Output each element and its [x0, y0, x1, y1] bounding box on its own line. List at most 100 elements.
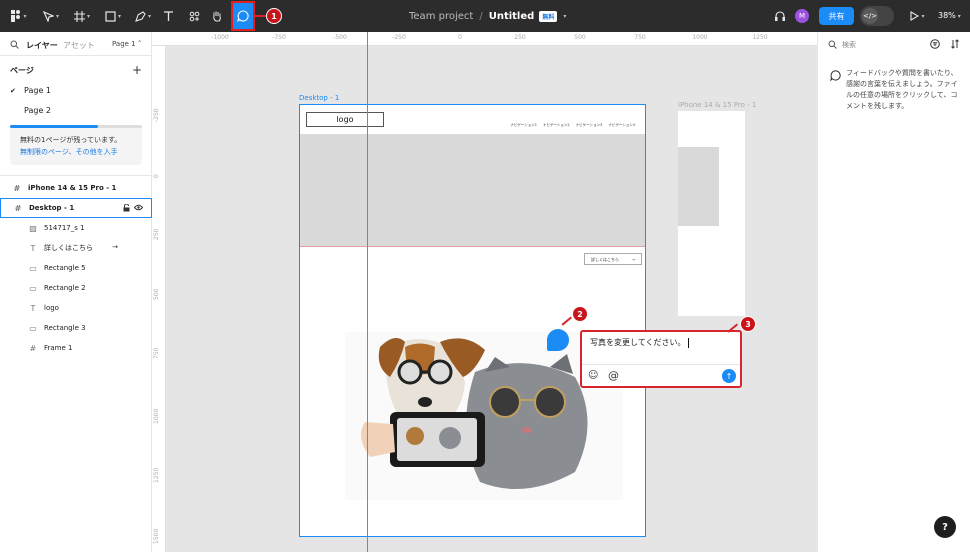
- headphones-icon[interactable]: [772, 7, 788, 25]
- divider: [0, 175, 152, 176]
- file-title[interactable]: Team project / Untitled 無料 ▾: [409, 9, 566, 23]
- page-item[interactable]: Page 2: [10, 106, 51, 115]
- layer-desktop-frame[interactable]: # Desktop - 1: [0, 198, 152, 218]
- nav-item[interactable]: ナビゲーション2: [543, 123, 570, 128]
- ruler-label: 1500: [153, 528, 160, 544]
- dev-mode-toggle[interactable]: </>: [860, 6, 894, 26]
- layer-rectangle[interactable]: ▭ Rectangle 2: [0, 278, 152, 298]
- ruler-label: 500: [153, 288, 160, 300]
- zoom-value: 38%: [938, 11, 956, 20]
- frame-tool-icon[interactable]: ▾: [71, 7, 93, 25]
- layout-guide: [367, 32, 368, 552]
- comment-pin[interactable]: [547, 329, 569, 351]
- emoji-icon[interactable]: ☺: [588, 370, 598, 381]
- hand-tool-icon[interactable]: [209, 7, 225, 25]
- tab-layers[interactable]: レイヤー: [26, 40, 58, 51]
- layer-text-more[interactable]: T 詳しくはこちら →: [0, 238, 152, 258]
- layer-image[interactable]: ▨ 514717_s 1: [0, 218, 152, 238]
- divider: [0, 55, 152, 56]
- comment-input[interactable]: 写真を変更してください。: [590, 337, 689, 348]
- nav-item[interactable]: ナビゲーション3: [576, 123, 603, 128]
- share-button[interactable]: 共有: [819, 7, 854, 25]
- move-tool-icon[interactable]: ▾: [40, 7, 62, 25]
- composer-divider: [582, 364, 740, 365]
- logo[interactable]: logo: [306, 112, 384, 127]
- file-name[interactable]: Untitled: [489, 11, 535, 22]
- top-toolbar: ▾ ▾ ▾ ▾ ▾ 1 Team project / Untitled 無料 ▾…: [0, 0, 970, 32]
- comment-search-input[interactable]: 検索: [842, 40, 856, 50]
- page-select-value: Page 1: [112, 40, 136, 48]
- more-button[interactable]: 詳しくはこちら →: [584, 253, 642, 265]
- layer-text-logo[interactable]: Tlogo: [0, 298, 152, 318]
- callout-3: 3: [740, 316, 756, 332]
- zoom-level[interactable]: 38% ▾: [938, 11, 961, 20]
- shape-tool-icon[interactable]: ▾: [102, 7, 124, 25]
- eye-icon[interactable]: [133, 204, 144, 214]
- layer-iphone-frame[interactable]: # iPhone 14 & 15 Pro - 1: [0, 178, 152, 198]
- search-icon[interactable]: [828, 40, 837, 51]
- ruler-label: 250: [514, 34, 526, 41]
- nav-item[interactable]: ナビゲーション1: [510, 123, 537, 128]
- rectangle-icon: ▭: [29, 283, 37, 293]
- add-page-icon[interactable]: +: [132, 63, 142, 77]
- upsell-link[interactable]: 無制限のページ、その他を入手: [20, 147, 132, 157]
- figma-menu-icon[interactable]: ▾: [8, 7, 30, 25]
- desktop-frame[interactable]: logo ナビゲーション1 ナビゲーション2 ナビゲーション3 ナビゲーション4…: [299, 104, 646, 537]
- avatar[interactable]: M: [795, 9, 809, 23]
- comment-tool-button[interactable]: [231, 1, 255, 31]
- sort-icon[interactable]: [950, 39, 960, 52]
- design-canvas[interactable]: -1000 -750 -500 -250 0 250 500 750 1000 …: [152, 32, 817, 552]
- search-icon[interactable]: [10, 40, 19, 51]
- title-separator: /: [479, 10, 483, 22]
- nav-item[interactable]: ナビゲーション4: [608, 123, 635, 128]
- hero-rectangle[interactable]: [300, 134, 645, 247]
- layer-frame[interactable]: # Frame 1: [0, 338, 152, 358]
- mention-icon[interactable]: @: [608, 369, 619, 382]
- layers-panel: レイヤー アセット Page 1 ˄ ページ + ✔ Page 1 Page 2 …: [0, 32, 152, 552]
- send-button[interactable]: ↑: [722, 369, 736, 383]
- more-button-label: 詳しくはこちら: [591, 257, 619, 262]
- layer-label: Rectangle 2: [44, 284, 86, 292]
- callout-connector: [255, 15, 266, 17]
- layer-label: Frame 1: [44, 344, 73, 352]
- ruler-label: -250: [392, 34, 406, 41]
- ruler-label: 250: [153, 228, 160, 240]
- ruler-label: 1000: [692, 34, 708, 41]
- comment-composer[interactable]: 写真を変更してください。 ☺ @ ↑: [580, 330, 742, 388]
- ruler-label: 500: [574, 34, 586, 41]
- iphone-frame-label[interactable]: iPhone 14 & 15 Pro - 1: [678, 101, 756, 109]
- ruler-label: 1250: [153, 467, 160, 483]
- help-button[interactable]: ?: [934, 516, 956, 538]
- text-tool-icon[interactable]: [160, 7, 176, 25]
- ruler-label: 1000: [153, 408, 160, 424]
- horizontal-ruler: -1000 -750 -500 -250 0 250 500 750 1000 …: [152, 32, 817, 46]
- nav-bar: ナビゲーション1 ナビゲーション2 ナビゲーション3 ナビゲーション4: [510, 123, 635, 128]
- frame-icon: #: [14, 203, 22, 213]
- iphone-frame[interactable]: [678, 111, 745, 316]
- chevron-down-icon[interactable]: ▾: [563, 13, 566, 20]
- lock-icon[interactable]: [123, 203, 130, 214]
- project-name[interactable]: Team project: [409, 11, 473, 22]
- text-caret: [687, 337, 689, 348]
- iphone-rectangle[interactable]: [678, 147, 719, 226]
- tab-assets[interactable]: アセット: [63, 40, 95, 51]
- pen-tool-icon[interactable]: ▾: [132, 7, 154, 25]
- page-select[interactable]: Page 1 ˄: [112, 40, 141, 48]
- rectangle-icon: ▭: [29, 323, 37, 333]
- frame-icon: #: [29, 343, 37, 353]
- resources-icon[interactable]: [186, 7, 202, 25]
- filter-icon[interactable]: [930, 39, 940, 52]
- check-icon: ✔: [10, 87, 16, 95]
- ruler-label: -750: [272, 34, 286, 41]
- play-icon[interactable]: ▾: [906, 7, 928, 25]
- desktop-frame-label[interactable]: Desktop - 1: [299, 94, 339, 102]
- ruler-label: -250: [153, 108, 160, 122]
- text-icon: T: [30, 243, 36, 253]
- layer-rectangle[interactable]: ▭ Rectangle 5: [0, 258, 152, 278]
- page-item-label: Page 2: [24, 106, 51, 115]
- ruler-label: 0: [153, 174, 160, 178]
- layer-label: 詳しくはこちら: [44, 244, 93, 252]
- layer-rectangle[interactable]: ▭ Rectangle 3: [0, 318, 152, 338]
- layer-label: logo: [44, 304, 59, 312]
- page-item[interactable]: ✔ Page 1: [10, 86, 51, 95]
